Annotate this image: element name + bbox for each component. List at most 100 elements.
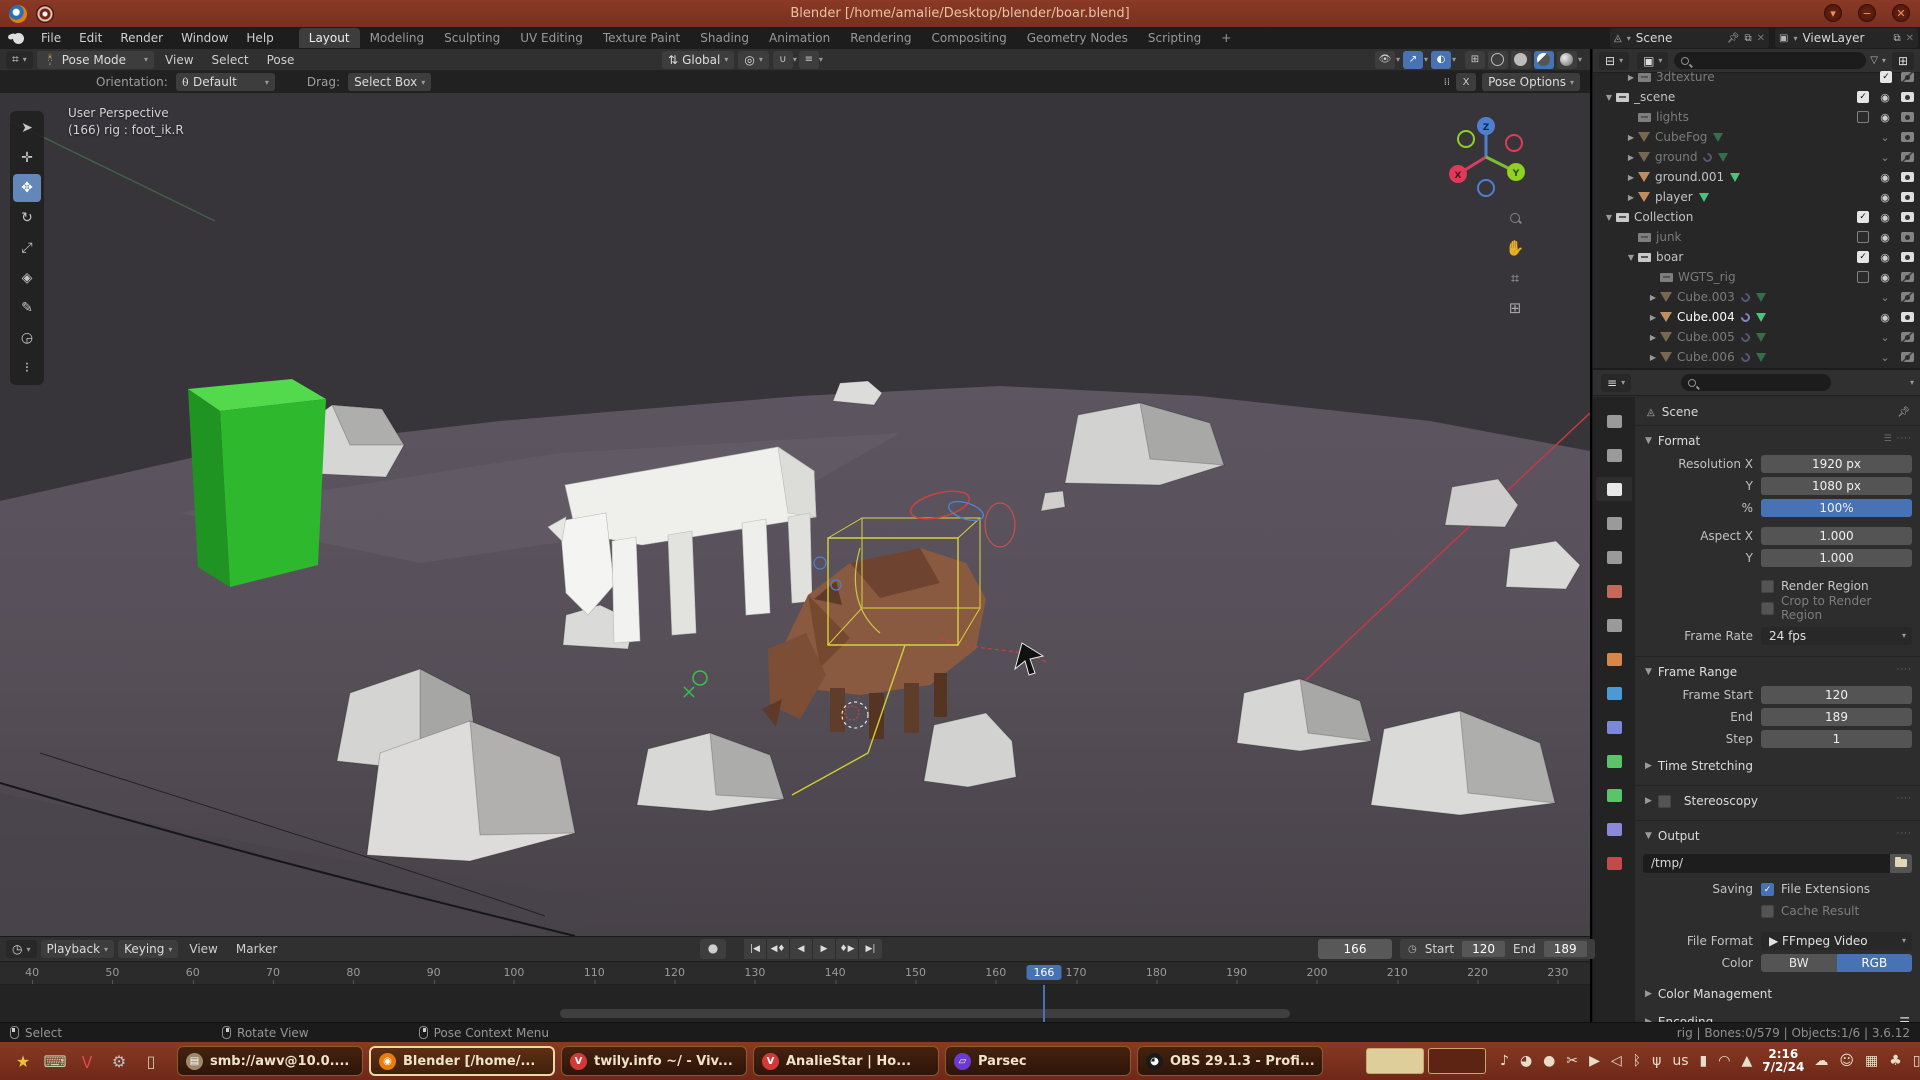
file-cabinet-icon[interactable]: ▯: [140, 1050, 162, 1072]
vivaldi-launcher-icon[interactable]: Ｖ: [76, 1050, 98, 1072]
blender-logo-icon[interactable]: [8, 33, 24, 44]
tab-render[interactable]: [1596, 443, 1632, 467]
frame-step-field[interactable]: 1: [1761, 730, 1912, 748]
orientation-dropdown[interactable]: ⍬Default▾: [176, 73, 275, 91]
music-icon[interactable]: ♪: [1500, 1053, 1509, 1069]
navigation-gizmo[interactable]: Z X Y: [1444, 115, 1528, 199]
scene-selector[interactable]: ◬▾ Scene 📌︎ ⧉ ✕: [1610, 28, 1769, 48]
render-camera-icon[interactable]: [1901, 112, 1914, 122]
zoom-icon[interactable]: [1500, 205, 1530, 231]
frame-start-field[interactable]: 120: [1761, 686, 1912, 704]
render-camera-icon[interactable]: [1901, 352, 1914, 362]
gizmos-toggle[interactable]: ↗: [1403, 51, 1423, 69]
tool-breakdowner[interactable]: ⁝: [13, 354, 41, 382]
dictionary-icon[interactable]: ▯: [1913, 1053, 1920, 1069]
timeline-view-menu[interactable]: View: [180, 942, 226, 956]
hide-eye-icon[interactable]: ⌄: [1878, 331, 1892, 344]
clipboard-leaf-icon[interactable]: ♣: [1889, 1053, 1902, 1069]
render-camera-icon[interactable]: [1901, 72, 1914, 82]
render-camera-icon[interactable]: [1901, 312, 1914, 322]
color-rgb-button[interactable]: RGB: [1837, 954, 1913, 972]
tab-scene[interactable]: [1596, 545, 1632, 569]
unlink-scene-icon[interactable]: ✕: [1757, 33, 1765, 44]
workspace-tab[interactable]: Animation: [759, 28, 840, 48]
tool-scale[interactable]: ⤢: [13, 234, 41, 262]
taskbar-window-twily-info-viv-[interactable]: V twily.info ~/ - Viv...: [561, 1046, 747, 1076]
clipper-icon[interactable]: ✂: [1566, 1053, 1578, 1069]
mode-selector[interactable]: 🕴Pose Mode▾: [37, 51, 154, 69]
volume-muted-icon[interactable]: ◁: [1611, 1053, 1622, 1069]
menu-item[interactable]: Edit: [70, 28, 111, 48]
resolution-x-field[interactable]: 1920 px: [1761, 455, 1912, 473]
select-menu[interactable]: Select: [203, 53, 258, 67]
xray-toggle[interactable]: ⊞: [1465, 51, 1485, 69]
render-camera-icon[interactable]: [1901, 292, 1914, 302]
properties-search-input[interactable]: [1681, 374, 1831, 391]
snap-toggle[interactable]: ∪: [773, 51, 793, 69]
outliner-item-Cube.005[interactable]: ▶Cube.005⌄: [1593, 327, 1920, 347]
wifi-icon[interactable]: ◠: [1718, 1053, 1730, 1069]
tab-physics-world[interactable]: [1596, 681, 1632, 705]
workspace-tab[interactable]: Sculpting: [434, 28, 510, 48]
outliner-item-_scene[interactable]: ▼_scene✓◉: [1593, 87, 1920, 107]
exclude-checkbox[interactable]: [1857, 111, 1869, 123]
tab-view-layer[interactable]: [1596, 511, 1632, 535]
outliner-item-ground.001[interactable]: ▶ground.001◉: [1593, 167, 1920, 187]
emoji-icon[interactable]: ☺: [1839, 1053, 1854, 1069]
menu-item[interactable]: Window: [172, 28, 237, 48]
timeline-tracks[interactable]: [0, 985, 1590, 1023]
outliner-item-Collection[interactable]: ▼Collection✓◉: [1593, 207, 1920, 227]
render-camera-icon[interactable]: [1901, 272, 1914, 282]
exclude-checkbox[interactable]: ✓: [1857, 91, 1869, 103]
tab-object-data[interactable]: [1596, 749, 1632, 773]
x-mirror-toggle[interactable]: X: [1456, 73, 1476, 91]
disclosure-icon[interactable]: ▶: [1625, 73, 1637, 82]
overlays-toggle[interactable]: ◐: [1431, 51, 1451, 69]
properties-options-icon[interactable]: ▾: [1910, 378, 1914, 387]
render-camera-icon[interactable]: [1901, 252, 1914, 262]
disclosure-icon[interactable]: ▶: [1647, 313, 1659, 322]
bluetooth-icon[interactable]: ᛒ: [1633, 1053, 1641, 1069]
playback-menu[interactable]: Playback▾: [41, 940, 115, 958]
tab-material[interactable]: [1596, 851, 1632, 875]
format-section-header[interactable]: ▼Format: [1635, 430, 1920, 452]
menu-item[interactable]: Help: [237, 28, 282, 48]
file-extensions-checkbox[interactable]: ✓: [1761, 883, 1774, 896]
disclosure-icon[interactable]: ▶: [1625, 193, 1637, 202]
timeline-scrollbar[interactable]: [560, 1009, 1290, 1018]
jump-end-button[interactable]: ▶|: [859, 939, 882, 959]
stereoscopy-checkbox[interactable]: [1658, 795, 1671, 808]
resolution-y-field[interactable]: 1080 px: [1761, 477, 1912, 495]
outliner-item-Cube.004[interactable]: ▶Cube.004◉: [1593, 307, 1920, 327]
hide-eye-icon[interactable]: ◉: [1878, 271, 1892, 284]
hide-eye-icon[interactable]: ◉: [1878, 211, 1892, 224]
exclude-checkbox[interactable]: [1857, 271, 1869, 283]
disclosure-icon[interactable]: ▼: [1603, 93, 1615, 102]
tool-tweak[interactable]: ➤: [13, 114, 41, 142]
render-region-checkbox[interactable]: [1761, 580, 1774, 593]
timeline-start-field[interactable]: 120: [1462, 941, 1505, 957]
proportional-editing-dropdown[interactable]: ≡: [799, 51, 819, 69]
workspace-tab[interactable]: Texture Paint: [593, 28, 690, 48]
render-camera-icon[interactable]: [1901, 152, 1914, 162]
shade-window-button[interactable]: ▾: [1824, 4, 1842, 22]
outliner-item-Cube.006[interactable]: ▶Cube.006⌄: [1593, 347, 1920, 367]
workspace-tab[interactable]: Rendering: [840, 28, 921, 48]
outliner-item-lights[interactable]: lights◉: [1593, 107, 1920, 127]
tab-collection[interactable]: [1596, 613, 1632, 637]
cache-result-checkbox[interactable]: [1761, 905, 1774, 918]
minimize-button[interactable]: −: [1858, 4, 1876, 22]
drag-dropdown[interactable]: Select Box▾: [348, 73, 431, 91]
disclosure-icon[interactable]: ▶: [1647, 333, 1659, 342]
exclude-checkbox[interactable]: ✓: [1880, 71, 1892, 83]
outliner-item-Cube.003[interactable]: ▶Cube.003⌄: [1593, 287, 1920, 307]
outliner-item-WGTS_rig[interactable]: WGTS_rig◉: [1593, 267, 1920, 287]
jump-start-button[interactable]: |◀: [744, 939, 767, 959]
tools-icon[interactable]: ⚙: [108, 1050, 130, 1072]
stereoscopy-header[interactable]: ▶Stereoscopy: [1635, 790, 1920, 812]
camera-view-icon[interactable]: ⌗: [1500, 265, 1530, 291]
tab-output[interactable]: [1596, 477, 1632, 501]
weather-icon[interactable]: ☁: [1814, 1053, 1828, 1069]
keyboard-layout[interactable]: us: [1672, 1053, 1688, 1069]
render-camera-icon[interactable]: [1901, 172, 1914, 182]
